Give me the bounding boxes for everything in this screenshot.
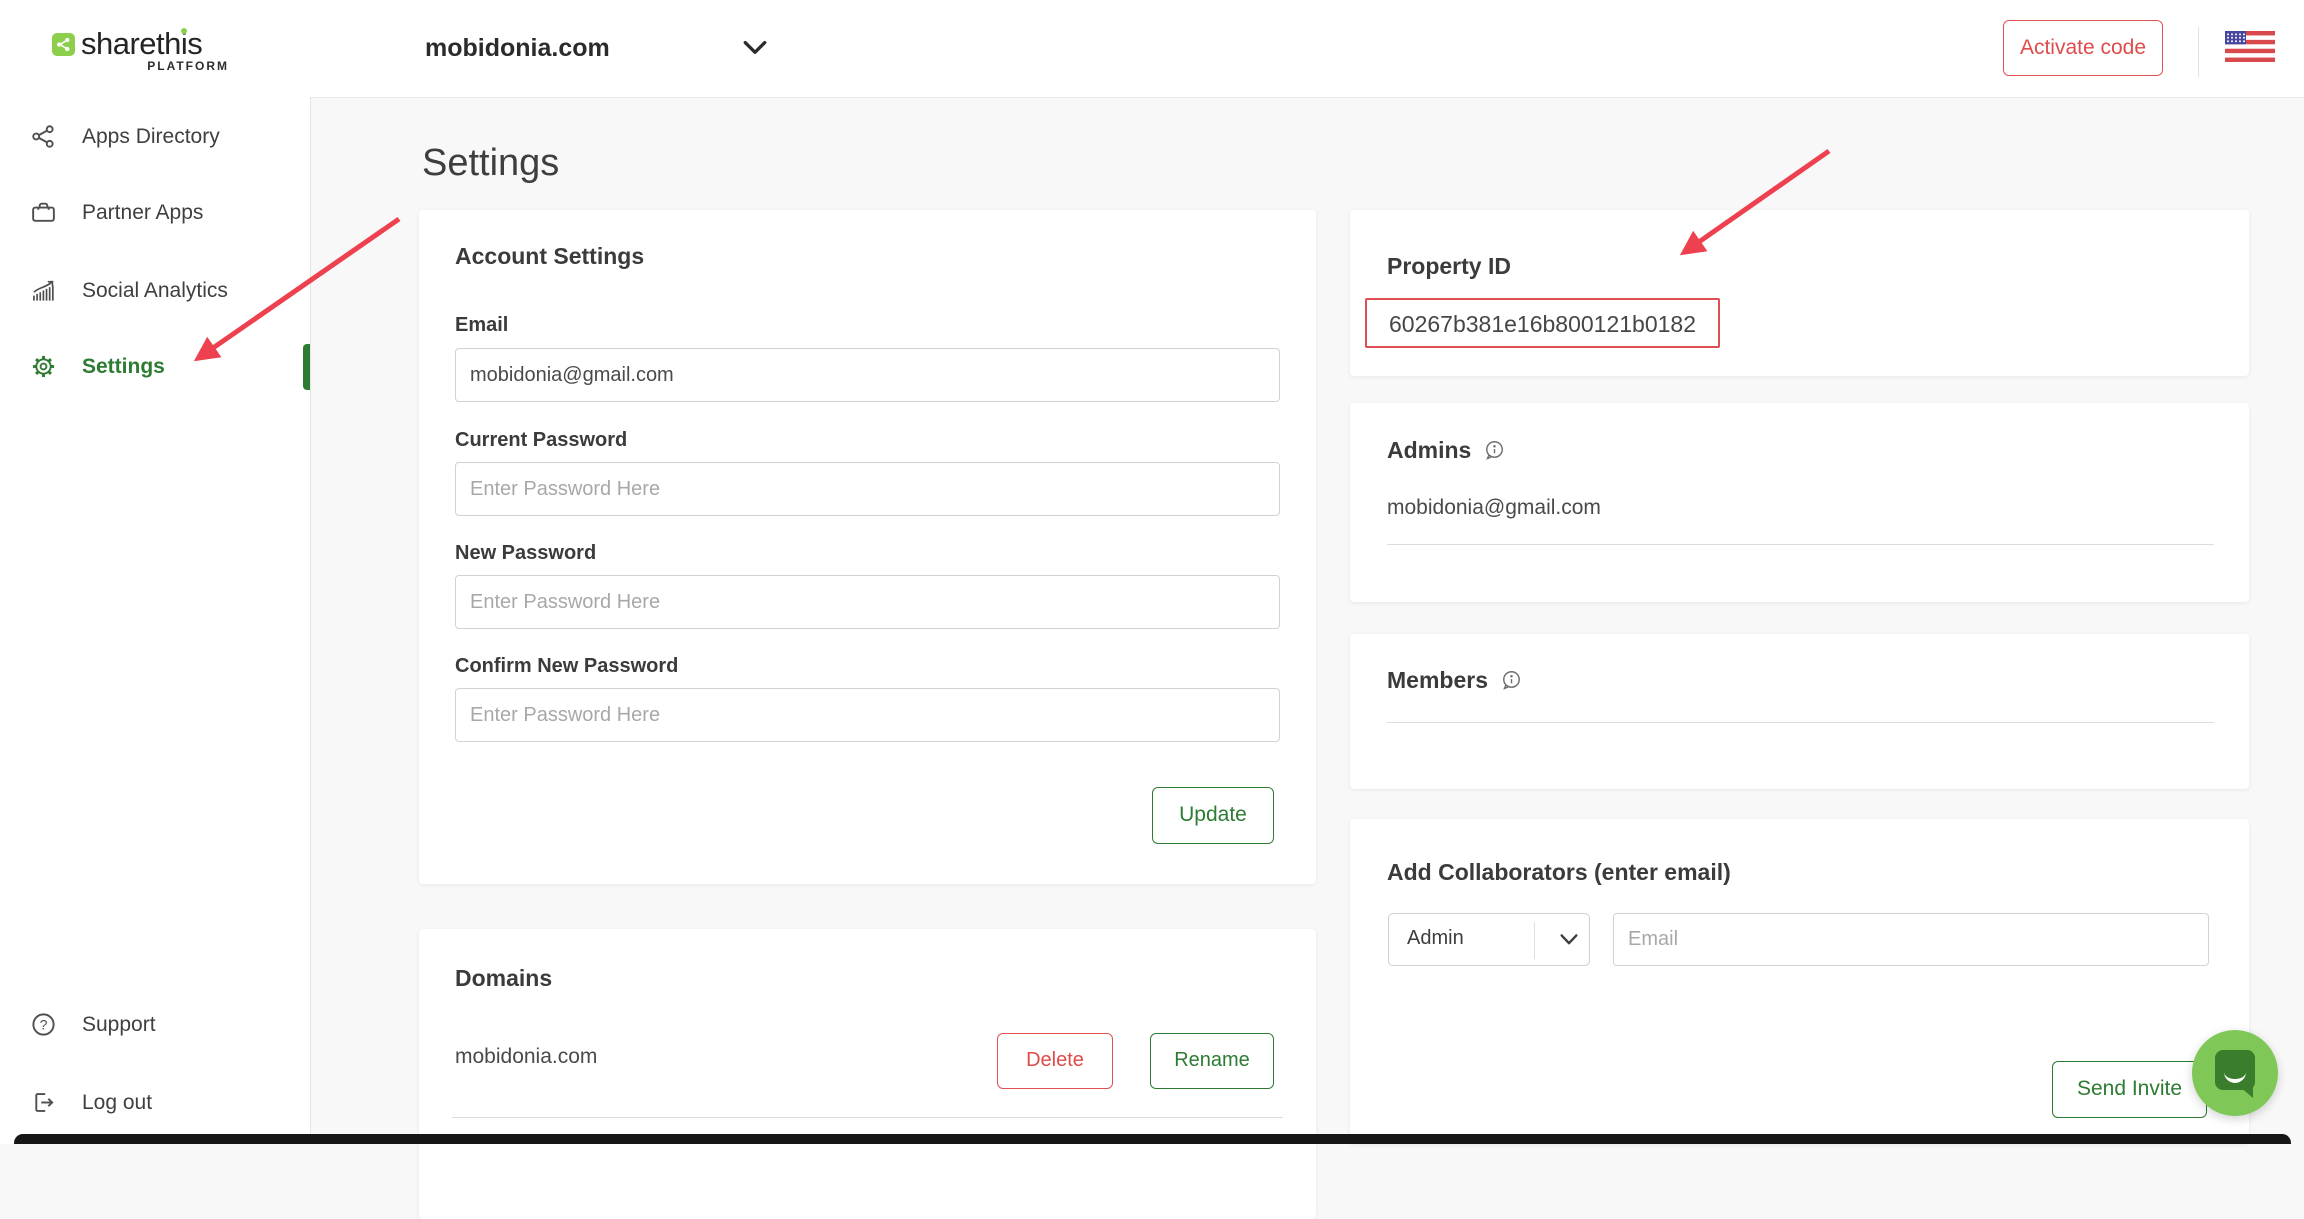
card-heading: Account Settings: [455, 243, 644, 270]
sidebar-item-social-analytics[interactable]: Social Analytics: [0, 269, 309, 313]
divider: [452, 1117, 1283, 1118]
property-id-value: 60267b381e16b800121b0182: [1389, 311, 1696, 338]
divider: [1387, 544, 2214, 545]
chat-bubble-icon: [2215, 1050, 2255, 1090]
delete-domain-button[interactable]: Delete: [997, 1033, 1113, 1089]
svg-text:?: ?: [40, 1016, 48, 1032]
site-selector-dropdown[interactable]: mobidonia.com: [410, 24, 782, 74]
sharethis-logo: [52, 33, 75, 56]
bottom-edge-bar: [14, 1134, 2291, 1144]
admin-email: mobidonia@gmail.com: [1387, 496, 1601, 520]
chevron-down-icon: [742, 39, 768, 57]
analytics-icon: [30, 277, 57, 304]
email-label: Email: [455, 314, 508, 337]
sidebar-item-label: Apps Directory: [82, 125, 220, 149]
new-password-field[interactable]: [455, 575, 1280, 629]
active-item-accent-bar: [303, 344, 310, 390]
briefcase-icon: [30, 199, 57, 226]
sidebar-item-label: Log out: [82, 1091, 152, 1115]
sidebar-item-support[interactable]: ? Support: [0, 1003, 309, 1047]
chat-launcher-button[interactable]: [2192, 1030, 2278, 1116]
divider: [1387, 722, 2214, 723]
info-icon[interactable]: [1500, 669, 1523, 692]
share-nodes-icon: [30, 123, 57, 150]
logout-icon: [30, 1089, 57, 1116]
gear-icon: [30, 353, 57, 380]
card-heading: Admins: [1387, 437, 1471, 464]
current-password-label: Current Password: [455, 429, 627, 452]
admins-card: Admins mobidonia@gmail.com: [1350, 403, 2249, 602]
send-invite-button[interactable]: Send Invite: [2052, 1061, 2207, 1118]
members-card: Members: [1350, 634, 2249, 789]
activate-code-button[interactable]: Activate code: [2003, 20, 2163, 76]
card-heading: Add Collaborators (enter email): [1387, 859, 1731, 886]
brand-name: sharethis: [81, 26, 202, 62]
new-password-label: New Password: [455, 542, 596, 565]
collaborator-email-field[interactable]: [1613, 913, 2209, 966]
card-heading: Property ID: [1387, 253, 1511, 280]
add-collaborators-card: Add Collaborators (enter email) Admin Se…: [1350, 819, 2249, 1144]
sidebar-item-settings[interactable]: Settings: [0, 345, 309, 389]
sidebar-item-logout[interactable]: Log out: [0, 1081, 309, 1125]
page-title: Settings: [422, 142, 559, 185]
rename-domain-button[interactable]: Rename: [1150, 1033, 1274, 1089]
update-button[interactable]: Update: [1152, 787, 1274, 844]
select-divider: [1534, 922, 1535, 959]
share-icon: [54, 35, 73, 54]
language-flag-icon[interactable]: [2225, 31, 2275, 62]
sidebar-item-label: Settings: [82, 355, 165, 379]
top-header: sharethis PLATFORM mobidonia.com Activat…: [0, 0, 2304, 98]
property-id-card: Property ID 60267b381e16b800121b0182: [1350, 210, 2249, 376]
current-password-field[interactable]: [455, 462, 1280, 516]
brand-platform-label: PLATFORM: [81, 59, 229, 73]
sidebar-item-partner-apps[interactable]: Partner Apps: [0, 191, 309, 235]
help-icon: ?: [30, 1011, 57, 1038]
sidebar-item-label: Social Analytics: [82, 279, 228, 303]
confirm-password-label: Confirm New Password: [455, 655, 678, 678]
domains-card: Domains mobidonia.com Delete Rename: [419, 929, 1316, 1219]
sidebar: Apps Directory Partner Apps Social Analy…: [0, 97, 311, 1144]
site-selector-value: mobidonia.com: [425, 34, 610, 63]
sidebar-item-apps-directory[interactable]: Apps Directory: [0, 115, 309, 159]
role-select[interactable]: Admin: [1388, 913, 1590, 966]
account-settings-card: Account Settings Email Current Password …: [419, 210, 1316, 884]
header-divider: [2198, 27, 2199, 77]
sidebar-item-label: Partner Apps: [82, 201, 203, 225]
chevron-down-icon: [1558, 930, 1580, 950]
domain-name: mobidonia.com: [455, 1045, 597, 1069]
card-heading: Domains: [455, 965, 552, 992]
sidebar-item-label: Support: [82, 1013, 156, 1037]
info-icon[interactable]: [1483, 439, 1506, 462]
role-select-value: Admin: [1407, 927, 1464, 950]
card-heading: Members: [1387, 667, 1488, 694]
property-id-box: 60267b381e16b800121b0182: [1365, 298, 1720, 348]
confirm-password-field[interactable]: [455, 688, 1280, 742]
email-field[interactable]: [455, 348, 1280, 402]
